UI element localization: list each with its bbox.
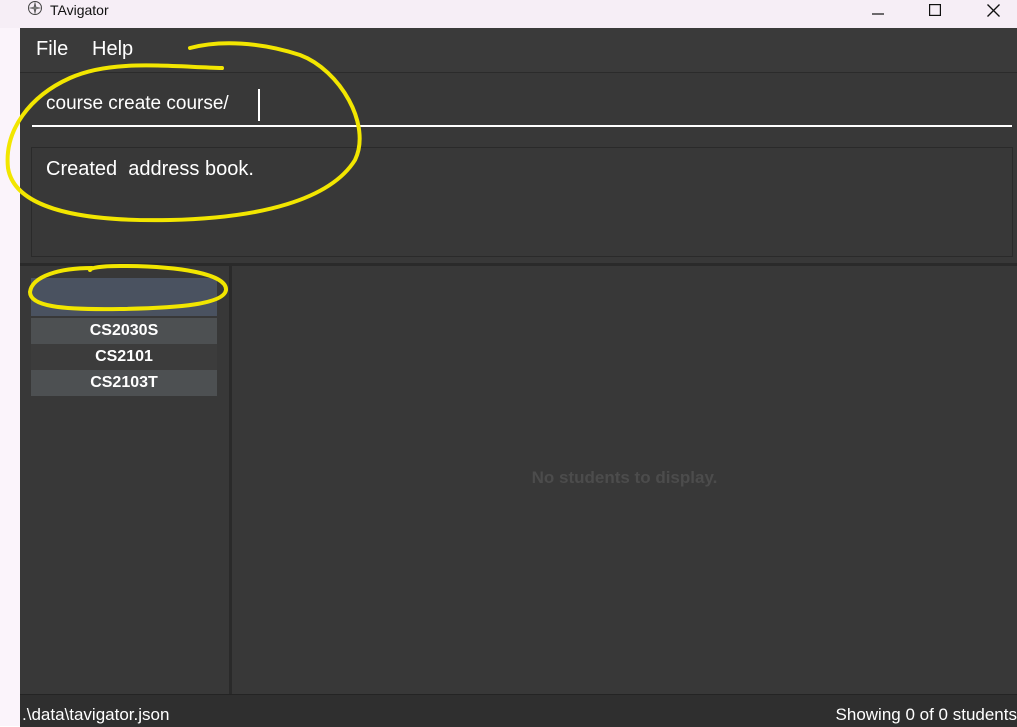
command-input[interactable]	[32, 83, 1012, 127]
minimize-icon	[872, 13, 884, 15]
menu-help[interactable]: Help	[92, 38, 133, 61]
data-file-path: .\data\tavigator.json	[22, 705, 170, 724]
app-client-area: File Help Created address book. CS2030S …	[20, 28, 1017, 727]
course-item-selected[interactable]	[31, 278, 217, 316]
status-bar: .\data\tavigator.json Showing 0 of 0 stu…	[20, 694, 1017, 727]
course-item-cs2030s[interactable]: CS2030S	[31, 318, 217, 344]
app-window: TAvigator File Help Crea	[0, 0, 1017, 727]
result-display[interactable]: Created address book.	[31, 147, 1013, 257]
maximize-button[interactable]	[912, 0, 958, 20]
empty-students-message: No students to display.	[531, 468, 718, 487]
menu-file[interactable]: File	[36, 38, 68, 61]
text-caret	[258, 89, 260, 121]
compass-icon	[28, 1, 42, 15]
course-item-cs2103t[interactable]: CS2103T	[31, 370, 217, 396]
close-button[interactable]	[970, 0, 1016, 20]
close-icon	[986, 3, 1000, 17]
command-box	[20, 73, 1017, 145]
maximize-icon	[929, 4, 941, 16]
student-count: Showing 0 of 0 students	[835, 705, 1017, 724]
menu-bar: File Help	[20, 28, 1017, 73]
title-bar: TAvigator	[0, 0, 1017, 28]
course-item-cs2101[interactable]: CS2101	[31, 344, 217, 370]
minimize-button[interactable]	[855, 0, 901, 20]
result-message: Created address book.	[46, 158, 254, 180]
window-title: TAvigator	[50, 2, 109, 18]
student-list-panel: No students to display.	[232, 266, 1017, 694]
course-list-panel: CS2030S CS2101 CS2103T	[20, 266, 229, 694]
